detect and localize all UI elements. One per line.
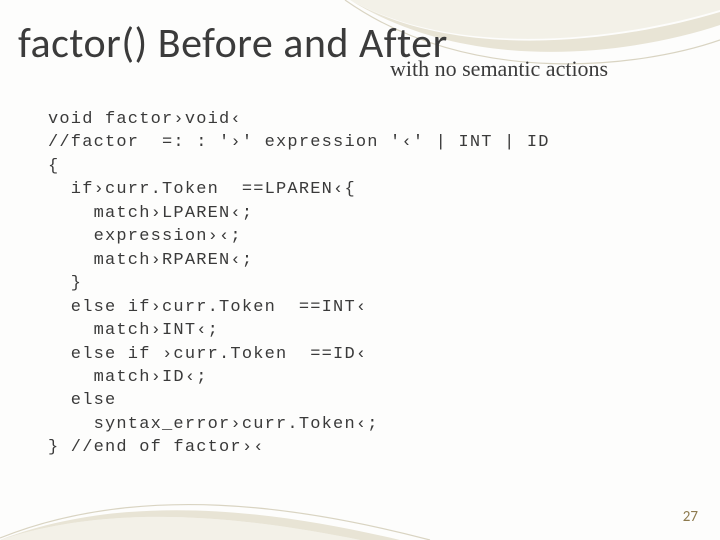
code-block: void factor›void‹ //factor =: : '›' expr… xyxy=(48,108,550,460)
slide-title: factor() Before and After xyxy=(18,18,448,69)
page-number: 27 xyxy=(683,508,698,526)
slide-subtitle: with no semantic actions xyxy=(390,56,608,82)
slide: factor() Before and After with no semant… xyxy=(0,0,720,540)
